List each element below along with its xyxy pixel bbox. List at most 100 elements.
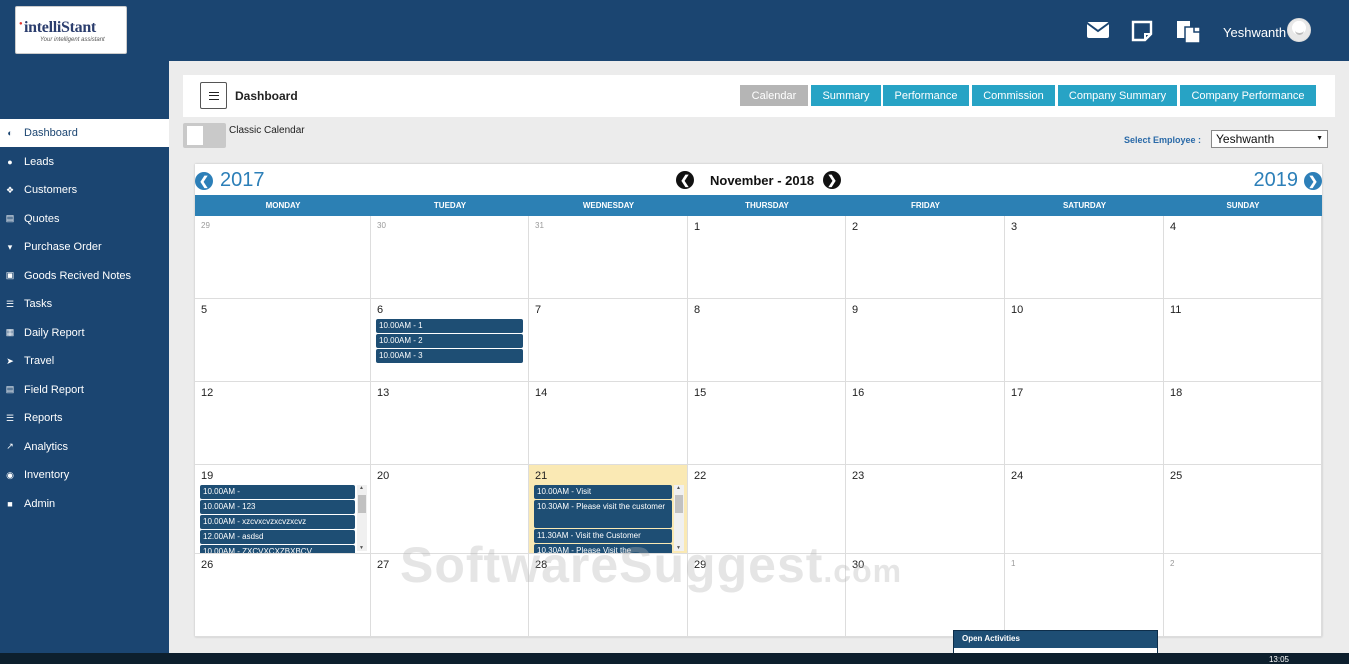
sidebar-item-purchase-order[interactable]: ▾ Purchase Order	[0, 233, 169, 261]
calendar-day-cell[interactable]: 11	[1164, 299, 1322, 382]
avatar[interactable]	[1287, 18, 1311, 42]
day-number: 8	[694, 304, 701, 316]
calendar-day-cell[interactable]: 4	[1164, 216, 1322, 299]
calendar-day-cell[interactable]: 5	[195, 299, 371, 382]
sidebar-item-field-report[interactable]: ▤ Field Report	[0, 376, 169, 404]
calendar-day-cell[interactable]: 10	[1005, 299, 1164, 382]
sidebar-item-reports[interactable]: ☰ Reports	[0, 404, 169, 432]
day-number: 26	[201, 559, 214, 571]
calendar-event[interactable]: 10.00AM - 3	[376, 349, 523, 363]
calendar-day-cell[interactable]: 17	[1005, 382, 1164, 465]
calendar-event[interactable]: 10.00AM - Visit	[534, 485, 672, 499]
weekday-label: WEDNESDAY	[582, 201, 635, 210]
open-activities-panel[interactable]: Open Activities	[953, 630, 1158, 654]
sidebar-item-quotes[interactable]: ▤ Quotes	[0, 205, 169, 233]
calendar-day-cell[interactable]: 8	[688, 299, 846, 382]
calendar-event[interactable]: 12.00AM - asdsd	[200, 530, 355, 544]
calendar-day-cell[interactable]: 2	[846, 216, 1005, 299]
calendar-day-cell[interactable]: 31	[529, 216, 688, 299]
calendar-day-cell[interactable]: 7	[529, 299, 688, 382]
calendar-day-cell[interactable]: 26	[195, 554, 371, 637]
calendar-day-cell[interactable]: 3	[1005, 216, 1164, 299]
sidebar-item-daily-report[interactable]: ▦ Daily Report	[0, 319, 169, 347]
sidebar-item-goods-recived-notes[interactable]: ▣ Goods Recived Notes	[0, 262, 169, 290]
sidebar-item-admin[interactable]: ■ Admin	[0, 490, 169, 518]
calendar-day-cell[interactable]: 18	[1164, 382, 1322, 465]
event-scrollbar[interactable]	[357, 485, 367, 551]
calendar-day-cell[interactable]: 16	[846, 382, 1005, 465]
day-number: 17	[1011, 387, 1024, 399]
calendar-day-cell[interactable]: 14	[529, 382, 688, 465]
next-year-button[interactable]: 2019 ❯	[1253, 169, 1322, 192]
sidebar-item-dashboard[interactable]: ◐ Dashboard	[0, 119, 169, 147]
calendar-day-cell[interactable]: 9	[846, 299, 1005, 382]
calendar-day-cell[interactable]: 6 10.00AM - 1 10.00AM - 2 10.00AM - 3	[371, 299, 529, 382]
logo-text: intelliStant	[19, 19, 96, 37]
day-number: 7	[535, 304, 542, 316]
arrow-right-icon: ❯	[1304, 171, 1322, 190]
classic-calendar-toggle[interactable]	[183, 123, 226, 148]
logo[interactable]: intelliStant Your intelligent assistant	[15, 6, 127, 54]
arrow-left-icon: ❮	[195, 171, 213, 190]
day-number: 11	[1170, 304, 1182, 316]
document-icon: ▤	[5, 213, 15, 223]
calendar-event[interactable]: 10.00AM - 2	[376, 334, 523, 348]
calendar-day-cell[interactable]: 1	[688, 216, 846, 299]
tab-calendar[interactable]: Calendar	[740, 85, 808, 106]
calendar-day-cell[interactable]: 15	[688, 382, 846, 465]
tab-company-summary[interactable]: Company Summary	[1058, 85, 1177, 106]
next-year-label: 2019	[1253, 169, 1299, 191]
prev-year-button[interactable]: ❮ 2017	[195, 169, 265, 192]
weekday-label: THURSDAY	[745, 201, 789, 210]
scrollbar-thumb[interactable]	[358, 495, 366, 513]
calendar-event[interactable]: 10.00AM - 1	[376, 319, 523, 333]
calendar-day-cell[interactable]: 19 10.00AM -10.00AM - 123 10.00AM - xzcvxc…	[195, 465, 371, 554]
day-number: 10	[1011, 304, 1024, 316]
sidebar-item-label: Leads	[24, 155, 54, 168]
calendar-icon: ▦	[5, 327, 15, 337]
sidebar-item-inventory[interactable]: ◉ Inventory	[0, 461, 169, 489]
next-month-button[interactable]: ❯	[823, 171, 841, 189]
sidebar-item-label: Field Report	[24, 383, 84, 396]
note-icon[interactable]	[1131, 20, 1157, 44]
calendar-event[interactable]: 10.30AM - Please visit the customer	[534, 500, 672, 528]
tab-commission[interactable]: Commission	[972, 85, 1055, 106]
calendar-day-cell[interactable]: 24	[1005, 465, 1164, 554]
calendar-day-cell[interactable]: 25	[1164, 465, 1322, 554]
user-name[interactable]: Yeshwanth	[1223, 25, 1286, 40]
logo-tagline: Your intelligent assistant	[40, 37, 105, 43]
day-number: 21	[535, 470, 548, 482]
sidebar-item-tasks[interactable]: ☰ Tasks	[0, 290, 169, 318]
calendar-day-cell[interactable]: 1	[1005, 554, 1164, 637]
sidebar-item-leads[interactable]: ● Leads	[0, 148, 169, 176]
dashboard-icon: ◐	[7, 128, 13, 138]
tab-summary[interactable]: Summary	[811, 85, 881, 106]
calendar-day-cell[interactable]: 13	[371, 382, 529, 465]
calendar-day-cell[interactable]: 2	[1164, 554, 1322, 637]
day-number: 19	[201, 470, 214, 482]
day-number: 30	[377, 221, 386, 230]
calendar-event[interactable]: 10.00AM -	[200, 485, 355, 499]
sidebar-item-analytics[interactable]: ↗ Analytics	[0, 433, 169, 461]
tab-company-performance[interactable]: Company Performance	[1180, 85, 1316, 106]
weekday-label: SUNDAY	[1226, 201, 1260, 210]
calendar-day-cell[interactable]: 30	[371, 216, 529, 299]
employee-select[interactable]: Yeshwanth	[1211, 130, 1328, 148]
day-number: 18	[1170, 387, 1183, 399]
calendar-event[interactable]: 10.00AM - ZXCVXCXZBXBCV	[200, 545, 355, 553]
calendar-day-cell[interactable]: 29	[195, 216, 371, 299]
calendar-event[interactable]: 10.00AM - xzcvxcvzxcvzxcvz	[200, 515, 355, 529]
menu-toggle-button[interactable]	[200, 82, 227, 109]
scrollbar-thumb[interactable]	[675, 495, 683, 513]
documents-icon[interactable]	[1176, 20, 1202, 44]
sidebar-item-travel[interactable]: ➤ Travel	[0, 347, 169, 375]
calendar-day-cell[interactable]: 12	[195, 382, 371, 465]
sidebar-item-label: Inventory	[24, 469, 70, 481]
select-employee-label: Select Employee :	[1124, 135, 1202, 145]
mail-icon[interactable]	[1086, 20, 1112, 44]
prev-month-button[interactable]: ❮	[676, 171, 694, 189]
calendar-event[interactable]: 10.00AM - 123	[200, 500, 355, 514]
tab-performance[interactable]: Performance	[883, 85, 969, 106]
month-label: November - 2018	[710, 173, 815, 188]
sidebar-item-customers[interactable]: ❖ Customers	[0, 176, 169, 204]
